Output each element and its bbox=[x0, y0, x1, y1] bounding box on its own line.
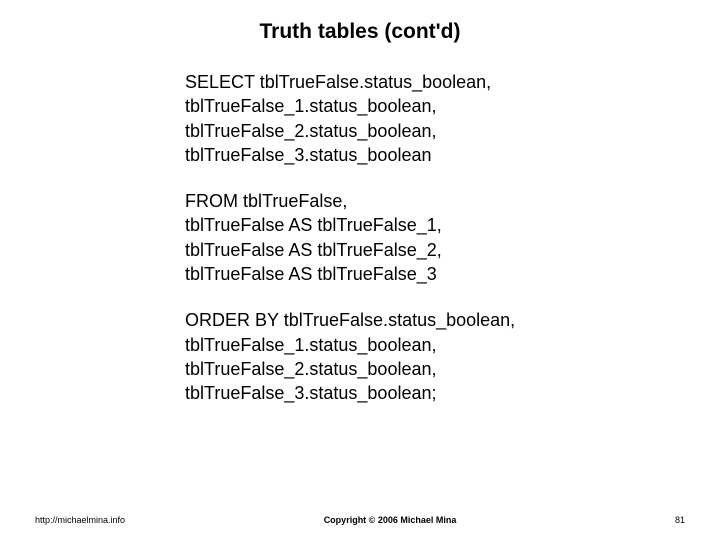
code-line: ORDER BY tblTrueFalse.status_boolean, bbox=[185, 308, 660, 332]
code-line: tblTrueFalse_2.status_boolean, bbox=[185, 119, 660, 143]
code-line: tblTrueFalse AS tblTrueFalse_2, bbox=[185, 238, 660, 262]
code-line: tblTrueFalse_1.status_boolean, bbox=[185, 94, 660, 118]
sql-from-block: FROM tblTrueFalse, tblTrueFalse AS tblTr… bbox=[185, 189, 660, 286]
slide-container: Truth tables (cont'd) SELECT tblTrueFals… bbox=[0, 0, 720, 540]
footer-url: http://michaelmina.info bbox=[35, 515, 125, 525]
footer-copyright: Copyright © 2006 Michael Mina bbox=[125, 515, 655, 525]
sql-orderby-block: ORDER BY tblTrueFalse.status_boolean, tb… bbox=[185, 308, 660, 405]
sql-select-block: SELECT tblTrueFalse.status_boolean, tblT… bbox=[185, 70, 660, 167]
code-line: tblTrueFalse_3.status_boolean bbox=[185, 143, 660, 167]
code-line: tblTrueFalse_2.status_boolean, bbox=[185, 357, 660, 381]
code-line: tblTrueFalse_3.status_boolean; bbox=[185, 381, 660, 405]
code-line: FROM tblTrueFalse, bbox=[185, 189, 660, 213]
code-line: tblTrueFalse AS tblTrueFalse_1, bbox=[185, 213, 660, 237]
code-line: tblTrueFalse AS tblTrueFalse_3 bbox=[185, 262, 660, 286]
footer-page-number: 81 bbox=[655, 515, 685, 525]
slide-content: SELECT tblTrueFalse.status_boolean, tblT… bbox=[30, 70, 690, 515]
slide-footer: http://michaelmina.info Copyright © 2006… bbox=[30, 515, 690, 530]
slide-title: Truth tables (cont'd) bbox=[30, 20, 690, 44]
code-line: SELECT tblTrueFalse.status_boolean, bbox=[185, 70, 660, 94]
code-line: tblTrueFalse_1.status_boolean, bbox=[185, 333, 660, 357]
